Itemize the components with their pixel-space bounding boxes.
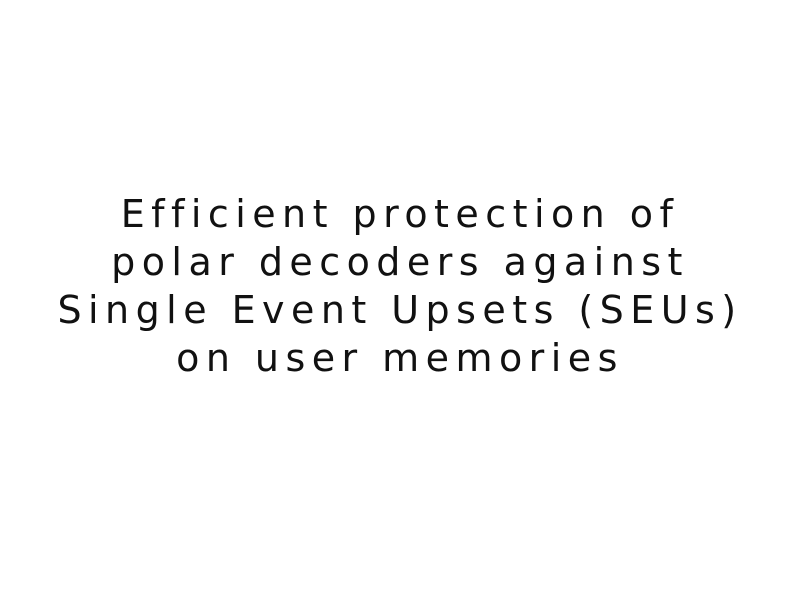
title-line-1: Efficient protection of bbox=[120, 192, 680, 236]
slide: Efficient protection of polar decoders a… bbox=[0, 0, 800, 600]
title-line-2: polar decoders against bbox=[111, 240, 689, 284]
title-line-4: on user memories bbox=[176, 336, 624, 380]
title-line-3: Single Event Upsets (SEUs) bbox=[57, 288, 743, 332]
slide-title: Efficient protection of polar decoders a… bbox=[0, 190, 800, 382]
